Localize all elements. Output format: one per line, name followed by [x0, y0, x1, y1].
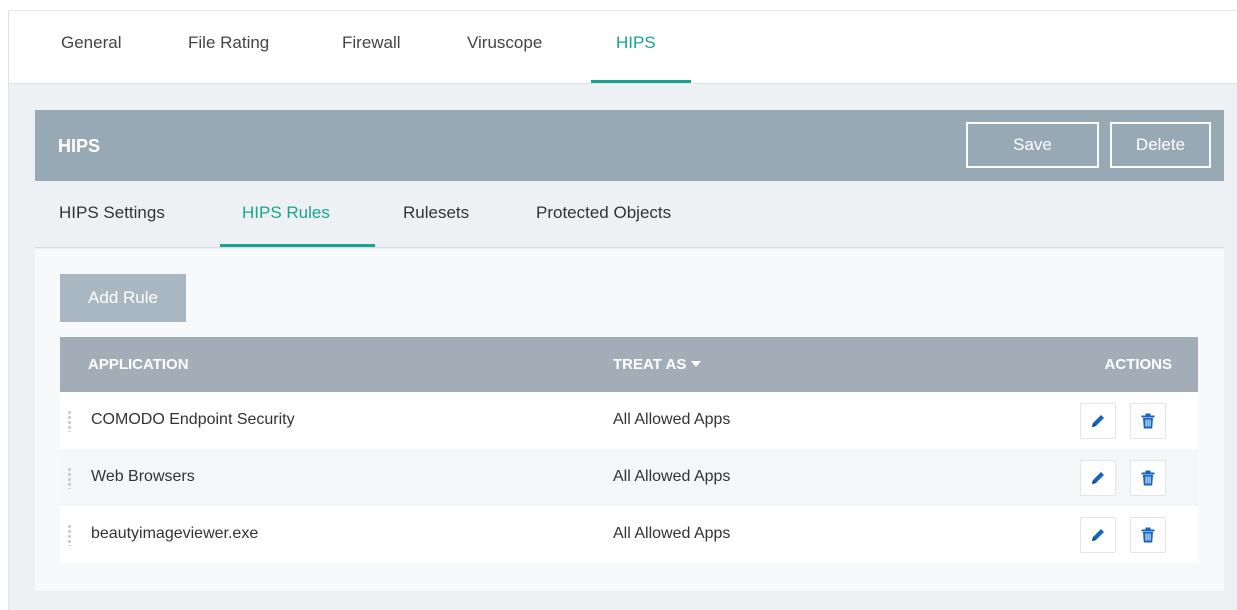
panel-title: HIPS [58, 136, 101, 156]
application-cell: Web Browsers [91, 468, 195, 485]
tab-hips[interactable]: HIPS [616, 33, 656, 53]
caret-down-icon [691, 361, 702, 367]
tab-hips-rules[interactable]: HIPS Rules [242, 203, 330, 223]
edit-rule-button[interactable] [1080, 403, 1116, 439]
pencil-icon [1092, 529, 1104, 541]
pencil-icon [1092, 415, 1104, 427]
tab-rulesets[interactable]: Rulesets [403, 203, 469, 223]
tab-hips-settings[interactable]: HIPS Settings [59, 203, 165, 223]
column-header-actions: ACTIONS [1104, 356, 1173, 373]
save-button[interactable]: Save [966, 122, 1099, 168]
table-row[interactable]: beautyimageviewer.exe All Allowed Apps [60, 506, 1198, 563]
trash-icon [1141, 527, 1155, 543]
panel-header: HIPS Save Delete [35, 110, 1224, 181]
active-subtab-indicator [220, 244, 375, 247]
active-tab-indicator [591, 80, 691, 83]
treat-as-cell: All Allowed Apps [613, 525, 731, 542]
table-row[interactable]: COMODO Endpoint Security All Allowed App… [60, 392, 1198, 449]
drag-handle-icon[interactable] [67, 524, 72, 546]
column-header-application[interactable]: APPLICATION [88, 356, 189, 373]
rules-content: Add Rule APPLICATION TREAT AS ACTIONS CO… [35, 249, 1224, 591]
sub-tab-bar: HIPS Settings HIPS Rules Rulesets Protec… [35, 181, 1224, 248]
table-row[interactable]: Web Browsers All Allowed Apps [60, 449, 1198, 506]
drag-handle-icon[interactable] [67, 410, 72, 432]
tab-general[interactable]: General [61, 33, 121, 53]
application-cell: beautyimageviewer.exe [91, 525, 259, 542]
delete-rule-button[interactable] [1130, 403, 1166, 439]
edit-rule-button[interactable] [1080, 517, 1116, 553]
add-rule-button[interactable]: Add Rule [60, 274, 186, 322]
delete-rule-button[interactable] [1130, 460, 1166, 496]
column-header-treat-as[interactable]: TREAT AS [613, 356, 702, 373]
delete-rule-button[interactable] [1130, 517, 1166, 553]
trash-icon [1141, 413, 1155, 429]
rules-table: APPLICATION TREAT AS ACTIONS COMODO Endp… [60, 337, 1198, 563]
hips-policy-frame: General File Rating Firewall Viruscope H… [8, 10, 1237, 610]
tab-protected-objects[interactable]: Protected Objects [536, 203, 671, 223]
tab-file-rating[interactable]: File Rating [188, 33, 269, 53]
treat-as-label: TREAT AS [613, 356, 687, 373]
trash-icon [1141, 470, 1155, 486]
treat-as-cell: All Allowed Apps [613, 411, 731, 428]
delete-button[interactable]: Delete [1110, 122, 1211, 168]
tab-firewall[interactable]: Firewall [342, 33, 401, 53]
application-cell: COMODO Endpoint Security [91, 411, 295, 428]
edit-rule-button[interactable] [1080, 460, 1116, 496]
treat-as-cell: All Allowed Apps [613, 468, 731, 485]
tab-viruscope[interactable]: Viruscope [467, 33, 542, 53]
drag-handle-icon[interactable] [67, 467, 72, 489]
table-header: APPLICATION TREAT AS ACTIONS [60, 337, 1198, 392]
top-tab-bar: General File Rating Firewall Viruscope H… [9, 11, 1237, 84]
pencil-icon [1092, 472, 1104, 484]
